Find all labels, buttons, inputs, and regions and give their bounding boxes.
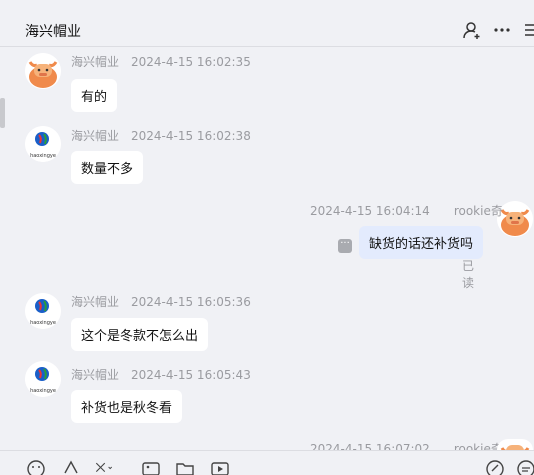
message-time: 2024-4-15 16:02:38 <box>131 129 251 143</box>
sender-name: rookie奇 <box>453 204 503 218</box>
sender-name: 海兴帽业 <box>71 368 120 382</box>
message-time: 2024-4-15 16:02:35 <box>131 55 251 69</box>
message-meta: 海兴帽业 2024-4-15 16:02:35 <box>71 53 251 70</box>
sender-name: 海兴帽业 <box>71 55 120 69</box>
brand-logo-avatar[interactable]: haoxingye <box>25 126 61 162</box>
message-meta: 海兴帽业 2024-4-15 16:05:43 <box>71 366 251 383</box>
bell-icon[interactable] <box>61 459 81 475</box>
chat-header: 海兴帽业 <box>0 0 534 47</box>
scissors-icon[interactable] <box>94 459 114 475</box>
message-meta: 海兴帽业 2024-4-15 16:02:38 <box>71 127 251 144</box>
sender-name: 海兴帽业 <box>71 295 120 309</box>
message-time: 2024-4-15 16:05:36 <box>131 295 251 309</box>
ox-avatar[interactable] <box>25 53 61 89</box>
brand-logo-text: haoxingye <box>30 153 56 159</box>
history-icon[interactable] <box>516 459 534 475</box>
input-toolbar <box>0 450 534 475</box>
read-status: 已读 <box>462 259 475 290</box>
brand-logo-avatar[interactable]: haoxingye <box>25 293 61 329</box>
folder-icon[interactable] <box>175 459 195 475</box>
message-options-icon[interactable]: ··· <box>338 239 352 253</box>
message-bubble[interactable]: 数量不多 <box>71 151 144 184</box>
brand-logo-text: haoxingye <box>30 320 56 326</box>
message-bubble[interactable]: 补货也是秋冬看 <box>71 390 183 423</box>
message-bubble[interactable]: 这个是冬款不怎么出 <box>71 318 209 351</box>
video-icon[interactable] <box>210 459 230 475</box>
scrollbar-thumb[interactable] <box>0 98 5 128</box>
image-icon[interactable] <box>141 459 161 475</box>
add-member-icon[interactable] <box>462 20 482 40</box>
message-bubble[interactable]: 有的 <box>71 79 118 112</box>
more-icon[interactable] <box>492 20 512 40</box>
message-meta: 2024-4-15 16:04:14 rookie奇 <box>310 202 503 219</box>
emoji-icon[interactable] <box>26 459 46 475</box>
brand-logo-avatar[interactable]: haoxingye <box>25 361 61 397</box>
sender-name: 海兴帽业 <box>71 129 120 143</box>
ox-avatar[interactable] <box>497 439 533 450</box>
menu-icon[interactable] <box>522 20 534 40</box>
message-time: 2024-4-15 16:04:14 <box>310 204 430 218</box>
brand-logo-text: haoxingye <box>30 388 56 394</box>
page-title: 海兴帽业 <box>25 24 81 40</box>
message-meta: 海兴帽业 2024-4-15 16:05:36 <box>71 293 251 310</box>
send-icon[interactable] <box>485 459 505 475</box>
message-time: 2024-4-15 16:05:43 <box>131 368 251 382</box>
message-bubble[interactable]: 缺货的话还补货吗 <box>359 226 484 259</box>
